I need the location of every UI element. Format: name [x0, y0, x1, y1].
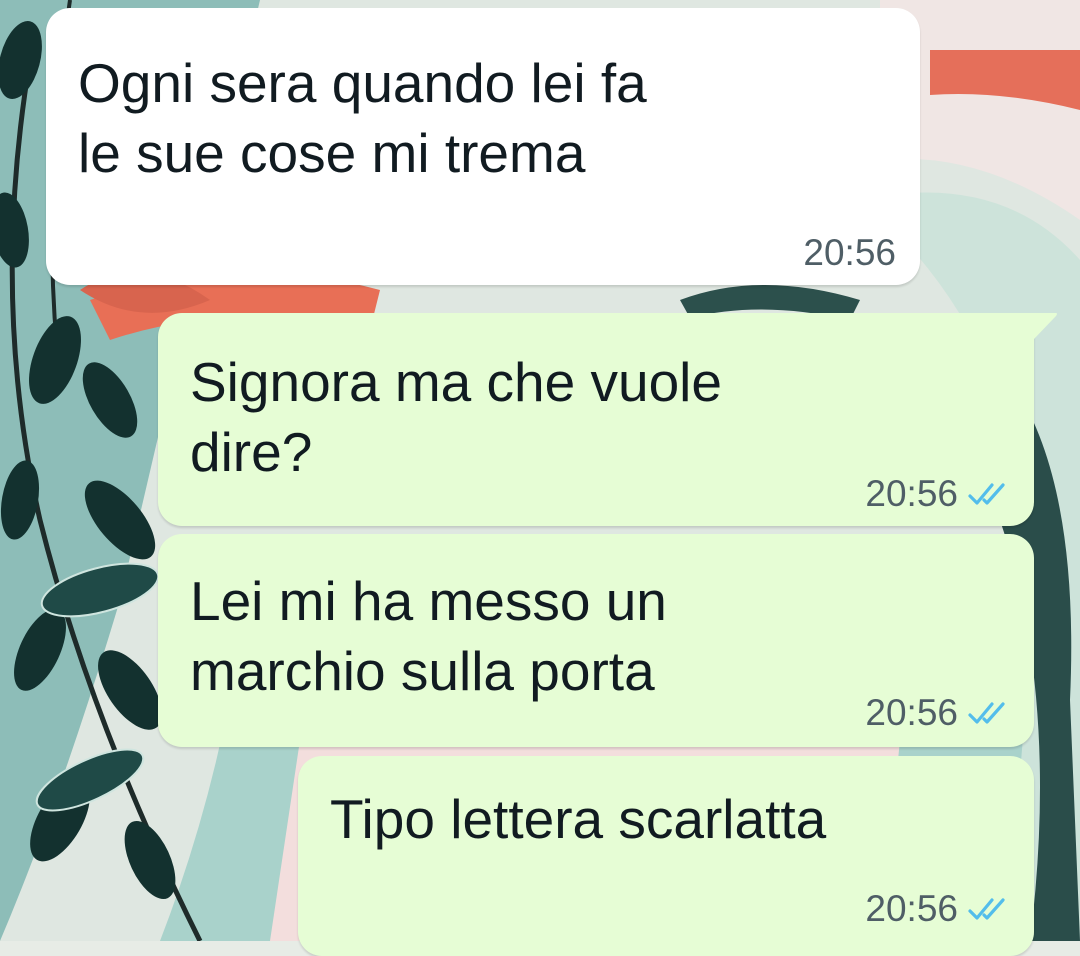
message-meta: 20:56 [865, 473, 1008, 515]
message-text: Lei mi ha messo un marchio sulla porta [190, 570, 667, 702]
message-meta: 20:56 [803, 232, 896, 274]
message-text: Ogni sera quando lei fa le sue cose mi tr… [78, 52, 647, 184]
message-text: Tipo lettera scarlatta [330, 788, 827, 850]
message-bubble-incoming[interactable]: Ogni sera quando lei fa le sue cose mi tr… [46, 8, 920, 285]
message-bubble-outgoing[interactable]: Lei mi ha messo un marchio sulla porta 20… [158, 534, 1034, 747]
double-check-icon [968, 702, 1005, 724]
message-bubble-outgoing[interactable]: Tipo lettera scarlatta 20:56 [298, 756, 1034, 956]
double-check-icon [968, 483, 1005, 505]
message-bubble-outgoing[interactable]: Signora ma che vuole dire? 20:56 [158, 313, 1034, 526]
message-timestamp: 20:56 [865, 473, 958, 514]
message-meta: 20:56 [865, 692, 1008, 734]
message-text: Signora ma che vuole dire? [190, 351, 722, 483]
message-timestamp: 20:56 [803, 232, 896, 273]
message-timestamp: 20:56 [865, 888, 958, 929]
message-meta: 20:56 [865, 888, 1008, 930]
double-check-icon [968, 898, 1005, 920]
message-timestamp: 20:56 [865, 692, 958, 733]
bubble-tail [1030, 313, 1057, 339]
